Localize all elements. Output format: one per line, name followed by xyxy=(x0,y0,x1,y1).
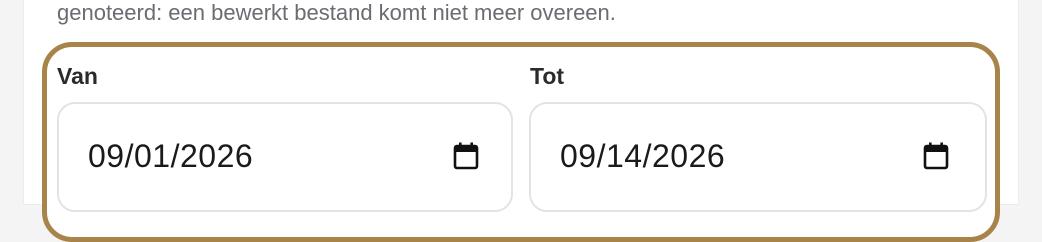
to-label: Tot xyxy=(530,63,565,89)
to-date-input[interactable]: 09/14/2026 xyxy=(529,102,987,212)
calendar-icon[interactable] xyxy=(453,142,479,170)
to-date-value: 09/14/2026 xyxy=(560,138,726,174)
from-label: Van xyxy=(57,63,98,89)
calendar-icon[interactable] xyxy=(923,142,949,170)
from-date-value: 09/01/2026 xyxy=(88,138,254,174)
intro-text: genoteerd: een bewerkt bestand komt niet… xyxy=(57,0,616,25)
from-date-input[interactable]: 09/01/2026 xyxy=(57,102,513,212)
